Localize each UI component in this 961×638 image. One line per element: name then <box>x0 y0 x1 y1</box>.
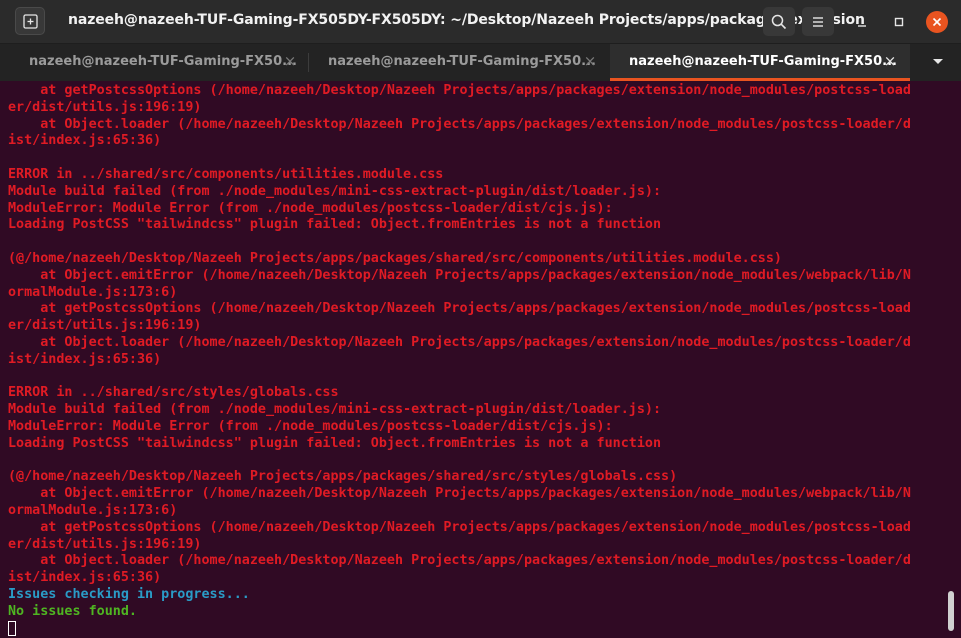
terminal-line: at getPostcssOptions (/home/nazeeh/Deskt… <box>8 301 911 317</box>
prompt-line <box>8 620 948 638</box>
chevron-down-icon[interactable] <box>932 58 944 66</box>
tab-bar: nazeeh@nazeeh-TUF-Gaming-FX50... × nazee… <box>0 44 961 81</box>
search-icon <box>771 14 787 30</box>
terminal-line: ist/index.js:65:36) <box>8 570 162 586</box>
terminal-line: Module build failed (from ./node_modules… <box>8 402 662 418</box>
terminal-line: Loading PostCSS "tailwindcss" plugin fai… <box>8 435 662 451</box>
terminal-line: Loading PostCSS "tailwindcss" plugin fai… <box>8 217 662 233</box>
terminal-line: ist/index.js:65:36) <box>8 133 162 149</box>
terminal-line: ist/index.js:65:36) <box>8 351 162 367</box>
close-button[interactable] <box>926 11 948 33</box>
text-cursor <box>8 620 16 636</box>
window-title: nazeeh@nazeeh-TUF-Gaming-FX505DY-FX505DY… <box>68 12 865 28</box>
tab-2[interactable]: nazeeh@nazeeh-TUF-Gaming-FX50... × <box>309 44 609 81</box>
maximize-icon <box>894 17 904 27</box>
search-button[interactable] <box>763 7 795 36</box>
minimize-icon <box>858 25 866 27</box>
terminal-window: nazeeh@nazeeh-TUF-Gaming-FX505DY-FX505DY… <box>0 0 961 638</box>
terminal-line: at getPostcssOptions (/home/nazeeh/Deskt… <box>8 83 911 98</box>
maximize-button[interactable] <box>888 11 910 33</box>
minimize-button[interactable] <box>851 11 873 33</box>
tab-close-icon[interactable]: × <box>582 53 598 69</box>
title-bar: nazeeh@nazeeh-TUF-Gaming-FX505DY-FX505DY… <box>0 0 961 44</box>
terminal-output[interactable]: at getPostcssOptions (/home/nazeeh/Deskt… <box>0 81 961 638</box>
terminal-line: ModuleError: Module Error (from ./node_m… <box>8 200 613 216</box>
menu-button[interactable] <box>802 7 834 36</box>
terminal-line: No issues found. <box>8 603 137 619</box>
terminal-line: Module build failed (from ./node_modules… <box>8 183 662 199</box>
terminal-line: er/dist/utils.js:196:19) <box>8 536 202 552</box>
tab-label: nazeeh@nazeeh-TUF-Gaming-FX50... <box>629 54 897 69</box>
terminal-line: at getPostcssOptions (/home/nazeeh/Deskt… <box>8 519 911 535</box>
tab-1[interactable]: nazeeh@nazeeh-TUF-Gaming-FX50... × <box>0 44 308 81</box>
terminal-line: ormalModule.js:173:6) <box>8 284 178 300</box>
new-tab-button[interactable] <box>15 7 45 35</box>
terminal-line: ModuleError: Module Error (from ./node_m… <box>8 418 613 434</box>
terminal-line: (@/home/nazeeh/Desktop/Nazeeh Projects/a… <box>8 250 782 266</box>
hamburger-menu-icon <box>813 17 823 27</box>
terminal-line: Issues checking in progress... <box>8 586 250 602</box>
terminal-line: ERROR in ../shared/src/components/utilit… <box>8 166 444 182</box>
tab-3-active[interactable]: nazeeh@nazeeh-TUF-Gaming-FX50... × <box>610 44 910 81</box>
terminal-line: ERROR in ../shared/src/styles/globals.cs… <box>8 385 339 401</box>
terminal-line: at Object.loader (/home/nazeeh/Desktop/N… <box>8 553 911 569</box>
terminal-line: at Object.loader (/home/nazeeh/Desktop/N… <box>8 334 911 350</box>
tab-label: nazeeh@nazeeh-TUF-Gaming-FX50... <box>29 54 297 69</box>
terminal-line: at Object.emitError (/home/nazeeh/Deskto… <box>8 486 911 502</box>
terminal-line: ormalModule.js:173:6) <box>8 502 178 518</box>
terminal-line: (@/home/nazeeh/Desktop/Nazeeh Projects/a… <box>8 469 678 485</box>
scrollbar-thumb[interactable] <box>948 591 954 631</box>
tab-close-icon[interactable]: × <box>282 53 298 69</box>
new-tab-icon <box>23 14 38 29</box>
tab-close-icon[interactable]: × <box>882 53 898 69</box>
tab-label: nazeeh@nazeeh-TUF-Gaming-FX50... <box>328 54 596 69</box>
terminal-line: er/dist/utils.js:196:19) <box>8 318 202 334</box>
terminal-line: at Object.emitError (/home/nazeeh/Deskto… <box>8 267 911 283</box>
terminal-line: at Object.loader (/home/nazeeh/Desktop/N… <box>8 116 911 132</box>
terminal-line: er/dist/utils.js:196:19) <box>8 99 202 115</box>
terminal-lines: at getPostcssOptions (/home/nazeeh/Deskt… <box>8 83 948 637</box>
close-icon <box>932 17 942 27</box>
